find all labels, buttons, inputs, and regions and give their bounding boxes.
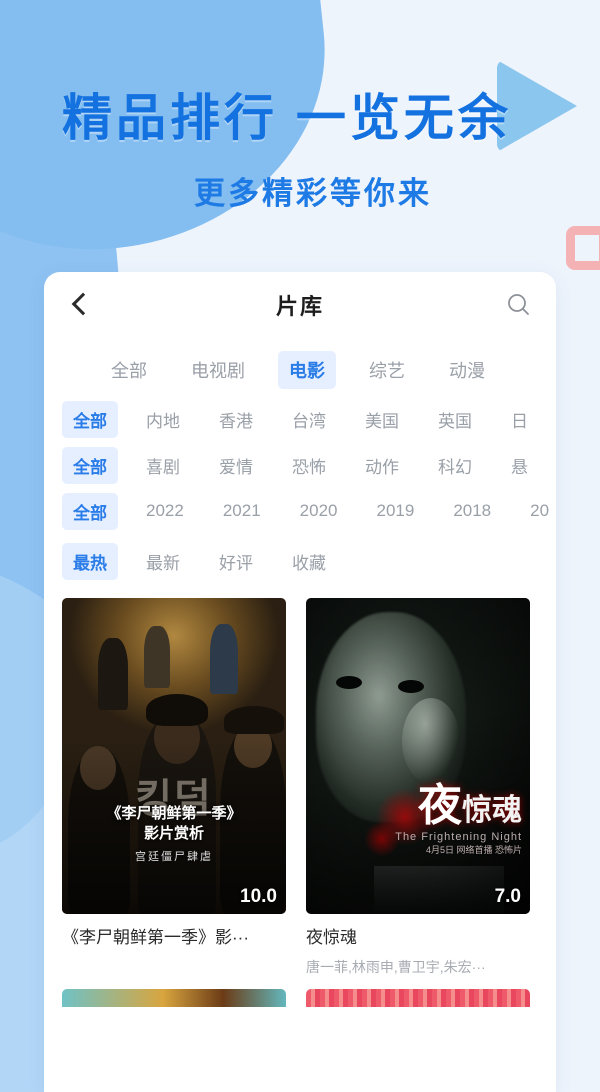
- nav-bar: 片库: [44, 272, 556, 338]
- filter-chip-year-0[interactable]: 全部: [62, 492, 118, 530]
- filter-chip-genre-4[interactable]: 动作: [354, 447, 410, 484]
- filter-row-category: 全部 电视剧 电影 综艺 动漫: [44, 344, 556, 396]
- poster-title-block: 夜惊魂 The Frightening Night 4月5日 网络首播 恐怖片: [395, 784, 522, 855]
- movie-poster[interactable]: [306, 989, 530, 1007]
- filter-chip-year-6[interactable]: 20: [519, 495, 556, 527]
- poster-vignette: [306, 598, 530, 914]
- poster-overlay-text: 《李尸朝鲜第一季》 影片赏析 宫廷僵尸肆虐: [62, 804, 286, 867]
- poster-title-sub: 惊魂: [462, 794, 522, 827]
- movie-poster[interactable]: 킹덤 《李尸朝鲜第一季》 影片赏析 宫廷僵尸肆虐 10.0: [62, 598, 286, 914]
- filter-chip-category-0[interactable]: 全部: [100, 351, 158, 389]
- rating-badge: 7.0: [494, 886, 521, 907]
- filter-chip-genre-0[interactable]: 全部: [62, 446, 118, 484]
- filter-chip-genre-5[interactable]: 科幻: [427, 447, 483, 484]
- filter-chip-category-4[interactable]: 动漫: [438, 351, 496, 389]
- app-screen-card: 片库 全部 电视剧 电影 综艺 动漫 全部 内地 香港 台湾 美国 英国 日 全…: [44, 272, 556, 1092]
- back-button[interactable]: [66, 290, 96, 320]
- movie-card[interactable]: 夜惊魂 The Frightening Night 4月5日 网络首播 恐怖片 …: [306, 598, 530, 977]
- poster-overlay-line2: 影片赏析: [143, 825, 204, 842]
- poster-overlay-line3: 宫廷僵尸肆虐: [135, 851, 213, 863]
- filter-chip-region-6[interactable]: 日: [500, 401, 539, 438]
- poster-overlay-line1: 《李尸朝鲜第一季》: [106, 805, 242, 822]
- filter-chip-category-2[interactable]: 电影: [278, 351, 336, 389]
- filter-chip-region-4[interactable]: 美国: [354, 401, 410, 438]
- page-title: 片库: [275, 294, 324, 319]
- filter-chip-genre-3[interactable]: 恐怖: [281, 447, 337, 484]
- filter-chip-region-0[interactable]: 全部: [62, 400, 118, 438]
- poster-title-main-wrap: 夜惊魂: [395, 784, 522, 828]
- filter-chip-region-5[interactable]: 英国: [427, 401, 483, 438]
- filter-chip-sort-1[interactable]: 最新: [135, 543, 191, 580]
- filter-chip-genre-6[interactable]: 悬: [500, 447, 539, 484]
- filter-chip-year-5[interactable]: 2018: [442, 495, 502, 527]
- movie-poster[interactable]: [62, 989, 286, 1007]
- filter-chip-category-1[interactable]: 电视剧: [180, 351, 256, 389]
- rating-badge: 10.0: [240, 886, 277, 907]
- movie-title: 夜惊魂: [306, 928, 357, 947]
- filter-chip-year-2[interactable]: 2021: [212, 495, 272, 527]
- poster-release-info: 4月5日 网络首播 恐怖片: [425, 845, 522, 855]
- filter-chip-sort-2[interactable]: 好评: [208, 543, 264, 580]
- movie-grid-row-2: [44, 989, 556, 1007]
- promo-banner: 精品排行 一览无余 更多精彩等你来: [0, 0, 600, 213]
- filter-chip-sort-3[interactable]: 收藏: [281, 543, 337, 580]
- filter-chip-region-2[interactable]: 香港: [208, 401, 264, 438]
- poster-title-en: The Frightening Night: [395, 831, 522, 843]
- filter-chip-sort-0[interactable]: 最热: [62, 542, 118, 580]
- filter-chip-year-1[interactable]: 2022: [135, 495, 195, 527]
- filter-row-region: 全部 内地 香港 台湾 美国 英国 日: [44, 396, 556, 442]
- movie-card[interactable]: 킹덤 《李尸朝鲜第一季》 影片赏析 宫廷僵尸肆虐 10.0 《李尸朝鲜第一季》影…: [62, 598, 286, 977]
- filter-panel: 全部 电视剧 电影 综艺 动漫 全部 内地 香港 台湾 美国 英国 日 全部 喜…: [44, 338, 556, 588]
- filter-row-year: 全部 2022 2021 2020 2019 2018 20: [44, 488, 556, 534]
- movie-poster[interactable]: 夜惊魂 The Frightening Night 4月5日 网络首播 恐怖片 …: [306, 598, 530, 914]
- filter-chip-year-4[interactable]: 2019: [365, 495, 425, 527]
- filter-chip-year-3[interactable]: 2020: [289, 495, 349, 527]
- movie-grid: 킹덤 《李尸朝鲜第一季》 影片赏析 宫廷僵尸肆虐 10.0 《李尸朝鲜第一季》影…: [44, 588, 556, 989]
- filter-chip-category-3[interactable]: 综艺: [358, 351, 416, 389]
- movie-title: 《李尸朝鲜第一季》影···: [62, 928, 249, 947]
- poster-title-main: 夜: [418, 781, 462, 830]
- filter-chip-region-3[interactable]: 台湾: [281, 401, 337, 438]
- promo-subtitle: 更多精彩等你来: [194, 176, 432, 211]
- pink-square-decoration: [566, 226, 600, 270]
- filter-chip-region-1[interactable]: 内地: [135, 401, 191, 438]
- filter-row-sort: 最热 最新 好评 收藏: [44, 538, 556, 584]
- filter-chip-genre-2[interactable]: 爱情: [208, 447, 264, 484]
- movie-cast: 唐一菲,林雨申,曹卫宇,朱宏···: [306, 959, 486, 975]
- filter-row-genre: 全部 喜剧 爱情 恐怖 动作 科幻 悬: [44, 442, 556, 488]
- search-icon[interactable]: [504, 290, 534, 320]
- filter-chip-genre-1[interactable]: 喜剧: [135, 447, 191, 484]
- promo-title: 精品排行 一览无余: [62, 90, 512, 146]
